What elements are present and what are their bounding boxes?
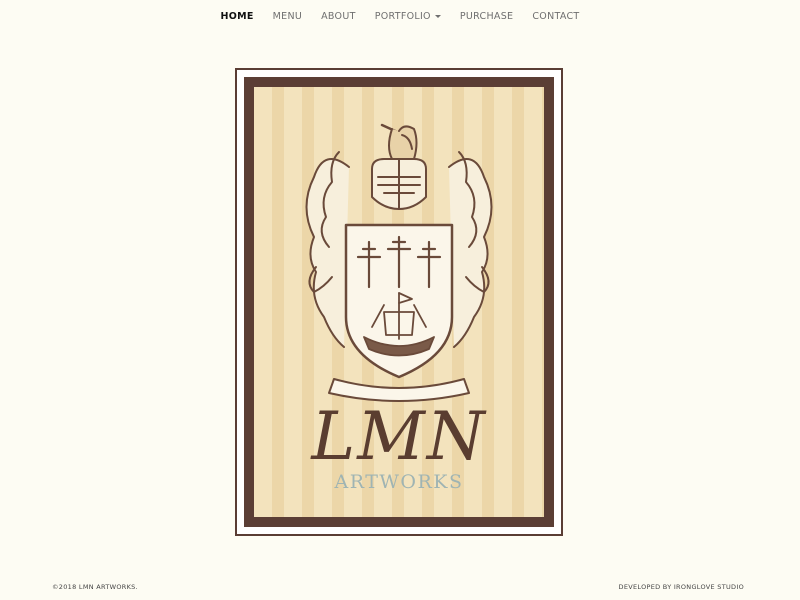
nav-home[interactable]: HOME xyxy=(220,11,253,22)
nav-about[interactable]: ABOUT xyxy=(321,11,356,22)
hero-artwork-frame: LMN ARTWORKS xyxy=(235,68,563,536)
logo-monogram: LMN xyxy=(310,398,486,475)
nav-portfolio-label: PORTFOLIO xyxy=(374,10,431,22)
caret-down-icon xyxy=(434,15,441,18)
coat-of-arms-icon: LMN xyxy=(305,123,493,475)
footer-copyright: ©2018 LMN ARTWORKS. xyxy=(52,583,138,591)
nav-menu[interactable]: MENU xyxy=(273,11,302,22)
nav-purchase[interactable]: PURCHASE xyxy=(460,11,514,22)
nav-portfolio[interactable]: PORTFOLIO xyxy=(375,11,441,22)
nav-contact[interactable]: CONTACT xyxy=(532,11,579,22)
main-navigation: HOME MENU ABOUT PORTFOLIO PURCHASE CONTA… xyxy=(0,0,800,32)
hero-frame-border: LMN ARTWORKS xyxy=(244,77,554,527)
hero-artwork: LMN ARTWORKS xyxy=(254,87,544,517)
hero-subtitle: ARTWORKS xyxy=(334,471,464,493)
footer-credit[interactable]: DEVELOPED BY IRONGLOVE STUDIO xyxy=(619,583,744,591)
